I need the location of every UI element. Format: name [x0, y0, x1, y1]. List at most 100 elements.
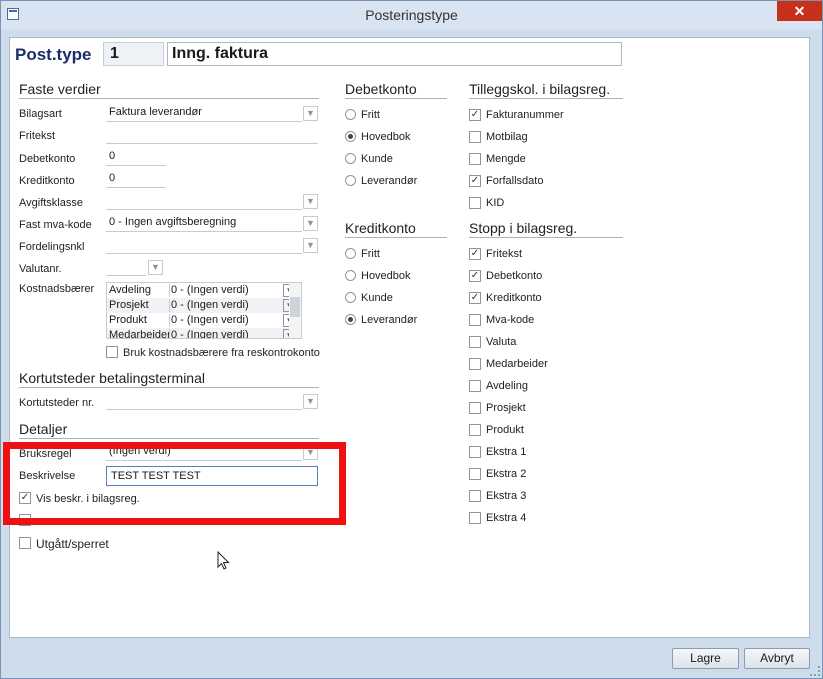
stopp-label: Ekstra 2 — [486, 468, 527, 480]
kortutsteder-nr-select[interactable] — [106, 393, 302, 410]
kreditkonto-label: Kreditkonto — [19, 175, 75, 187]
stopp-label: Mva-kode — [486, 314, 535, 326]
chevron-down-icon[interactable]: ▼ — [303, 194, 318, 209]
kreditkonto-field[interactable]: 0 — [106, 171, 166, 188]
kredit-radio-leverandor[interactable] — [345, 314, 356, 325]
grid-scrollbar[interactable] — [289, 283, 301, 338]
debetkonto-label: Debetkonto — [19, 153, 76, 165]
kredit-radio-hovedbok[interactable] — [345, 270, 356, 281]
chevron-down-icon[interactable]: ▼ — [303, 394, 318, 409]
debetkonto-title: Debetkonto — [345, 81, 447, 99]
debet-radio-fritt[interactable] — [345, 109, 356, 120]
valutanr-select[interactable] — [106, 259, 146, 276]
grid-row[interactable]: Prosjekt 0 - (Ingen verdi) ▼ — [107, 298, 296, 313]
tillegg-label: KID — [486, 197, 505, 209]
stopp-label: Kreditkonto — [486, 292, 542, 304]
debet-radio-leverandor[interactable] — [345, 175, 356, 186]
detaljer-title: Detaljer — [19, 421, 319, 439]
grid-row[interactable]: Avdeling 0 - (Ingen verdi) ▼ — [107, 283, 296, 298]
stopp-checkbox-avdeling[interactable] — [469, 380, 481, 392]
stopp-checkbox-ekstra-1[interactable] — [469, 446, 481, 458]
chevron-down-icon[interactable]: ▼ — [303, 216, 318, 231]
debet-radio-kunde[interactable] — [345, 153, 356, 164]
window-title: Posteringstype — [365, 7, 458, 23]
grid-row[interactable]: Produkt 0 - (Ingen verdi) ▼ — [107, 313, 296, 328]
tilleggskol-title: Tilleggskol. i bilagsreg. — [469, 81, 623, 99]
stopp-label: Ekstra 3 — [486, 490, 527, 502]
tillegg-label: Forfallsdato — [486, 175, 544, 187]
fordelingsnkl-select[interactable] — [106, 237, 302, 254]
grid-cell-name: Prosjekt — [108, 299, 170, 312]
kostnadsbaerer-label: Kostnadsbærer — [19, 283, 95, 295]
stopp-checkbox-ekstra-4[interactable] — [469, 512, 481, 524]
utgatt-checkbox[interactable] — [19, 537, 31, 549]
fritekst-label: Fritekst — [19, 130, 56, 142]
chevron-down-icon[interactable]: ▼ — [303, 106, 318, 121]
stopp-checkbox-fritekst[interactable]: ✓ — [469, 248, 481, 260]
stopp-label: Ekstra 4 — [486, 512, 527, 524]
stopp-checkbox-valuta[interactable] — [469, 336, 481, 348]
stopp-label: Valuta — [486, 336, 517, 348]
grid-cell-value: 0 - (Ingen verdi) — [171, 329, 249, 339]
grid-cell-value: 0 - (Ingen verdi) — [171, 284, 249, 296]
tillegg-checkbox-forfallsdato[interactable]: ✓ — [469, 175, 481, 187]
stopp-checkbox-mva-kode[interactable] — [469, 314, 481, 326]
kredit-radio-fritt[interactable] — [345, 248, 356, 259]
save-button[interactable]: Lagre — [672, 648, 739, 669]
title-bar: Posteringstype ✕ — [1, 1, 822, 29]
grid-cell-value: 0 - (Ingen verdi) — [171, 314, 249, 326]
stopp-checkbox-debetkonto[interactable]: ✓ — [469, 270, 481, 282]
mva-kode-select[interactable]: 0 - Ingen avgiftsberegning — [106, 215, 302, 232]
mva-kode-label: Fast mva-kode — [19, 219, 92, 231]
kredit-option-label: Kunde — [361, 292, 393, 304]
stopp-checkbox-produkt[interactable] — [469, 424, 481, 436]
kostnadsbaerer-grid[interactable]: Avdeling 0 - (Ingen verdi) ▼ Prosjekt 0 … — [106, 282, 302, 339]
avgiftsklasse-select[interactable] — [106, 193, 302, 210]
cancel-button[interactable]: Avbryt — [744, 648, 810, 669]
chevron-down-icon[interactable]: ▼ — [148, 260, 163, 275]
stopp-checkbox-prosjekt[interactable] — [469, 402, 481, 414]
debetkonto-field[interactable]: 0 — [106, 149, 166, 166]
posttype-name-field[interactable]: Inng. faktura — [167, 42, 622, 66]
posttype-code-field[interactable]: 1 — [103, 42, 164, 66]
stopp-label: Debetkonto — [486, 270, 543, 282]
stopp-checkbox-ekstra-2[interactable] — [469, 468, 481, 480]
kortutsteder-title: Kortutsteder betalingsterminal — [19, 370, 319, 388]
stopp-checkbox-medarbeider[interactable] — [469, 358, 481, 370]
kredit-radio-kunde[interactable] — [345, 292, 356, 303]
grid-cell-name: Produkt — [108, 314, 170, 327]
stopp-label: Ekstra 1 — [486, 446, 527, 458]
debet-option-label: Hovedbok — [361, 131, 411, 143]
stopp-checkbox-kreditkonto[interactable]: ✓ — [469, 292, 481, 304]
bilagsart-label: Bilagsart — [19, 108, 62, 120]
tillegg-checkbox-mengde[interactable] — [469, 153, 481, 165]
content-panel: Post.type 1 Inng. faktura Faste verdier … — [9, 37, 810, 638]
debet-radio-hovedbok[interactable] — [345, 131, 356, 142]
fordelingsnkl-label: Fordelingsnkl — [19, 241, 85, 253]
stopp-checkbox-ekstra-3[interactable] — [469, 490, 481, 502]
grid-cell-name: Medarbeider — [108, 329, 170, 338]
grid-row[interactable]: Medarbeider 0 - (Ingen verdi) ▼ — [107, 328, 296, 339]
tillegg-checkbox-fakturanummer[interactable]: ✓ — [469, 109, 481, 121]
kredit-option-label: Hovedbok — [361, 270, 411, 282]
fritekst-field[interactable] — [106, 127, 318, 144]
close-button[interactable]: ✕ — [777, 1, 822, 21]
mouse-cursor-icon — [217, 551, 230, 570]
scrollbar-thumb[interactable] — [290, 297, 300, 317]
kredit-option-label: Fritt — [361, 248, 380, 260]
tillegg-checkbox-motbilag[interactable] — [469, 131, 481, 143]
reskontro-checkbox[interactable] — [106, 346, 118, 358]
chevron-down-icon[interactable]: ▼ — [303, 238, 318, 253]
bilagsart-select[interactable]: Faktura leverandør — [106, 105, 302, 122]
faste-verdier-title: Faste verdier — [19, 81, 319, 99]
stopp-title: Stopp i bilagsreg. — [469, 220, 623, 238]
tillegg-label: Mengde — [486, 153, 526, 165]
resize-grip[interactable] — [810, 666, 820, 676]
tillegg-checkbox-kid[interactable] — [469, 197, 481, 209]
avgiftsklasse-label: Avgiftsklasse — [19, 197, 83, 209]
kredit-option-label: Leverandør — [361, 314, 418, 326]
stopp-label: Fritekst — [486, 248, 523, 260]
debet-option-label: Fritt — [361, 109, 380, 121]
stopp-label: Avdeling — [486, 380, 528, 392]
stopp-label: Produkt — [486, 424, 524, 436]
